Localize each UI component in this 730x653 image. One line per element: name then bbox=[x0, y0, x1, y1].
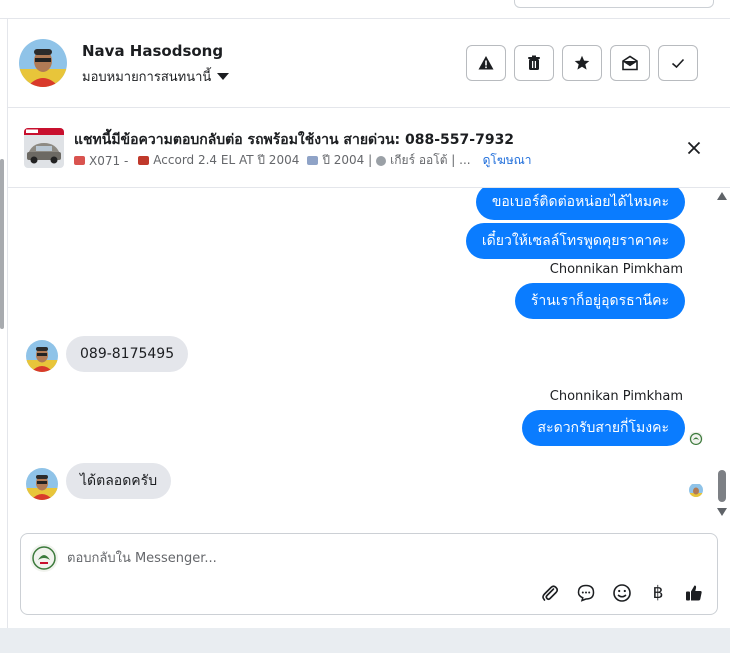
assign-label: มอบหมายการสนทนานี้ bbox=[82, 70, 212, 85]
ad-gear: เกียร์ ออโต้ | ... bbox=[390, 153, 471, 167]
ad-title: แชทนี้มีข้อความตอบกลับต่อ รถพร้อมใช้งาน … bbox=[74, 132, 515, 148]
ad-model: Accord 2.4 EL AT ปี 2004 bbox=[153, 153, 300, 167]
page-avatar bbox=[30, 544, 58, 572]
gear-icon bbox=[376, 155, 387, 166]
list-scrollbar[interactable] bbox=[0, 159, 4, 329]
warning-icon bbox=[478, 56, 494, 70]
ad-thumbnail[interactable] bbox=[24, 128, 64, 168]
mark-unread-button[interactable] bbox=[610, 45, 650, 81]
mark-done-button[interactable] bbox=[658, 45, 698, 81]
seen-indicator-contact bbox=[689, 483, 703, 497]
star-button[interactable] bbox=[562, 45, 602, 81]
emoji-button[interactable] bbox=[611, 582, 633, 604]
header-actions bbox=[466, 45, 698, 81]
reply-composer: ฿ bbox=[20, 533, 718, 615]
scroll-down-arrow-icon[interactable] bbox=[717, 508, 727, 516]
check-icon bbox=[671, 58, 685, 69]
composer-tools: ฿ bbox=[539, 582, 705, 604]
envelope-open-icon bbox=[622, 55, 638, 71]
sender-name: Chonnikan Pimkham bbox=[549, 262, 683, 277]
emoji-icon bbox=[613, 584, 631, 602]
message-incoming[interactable]: ได้ตลอดครับ bbox=[66, 463, 172, 499]
close-icon bbox=[687, 141, 701, 155]
contact-avatar-small[interactable] bbox=[26, 340, 58, 372]
message-thread: ขอเบอร์ติดต่อหน่อยได้ไหมคะ เดี๋ยวให้เซลล… bbox=[8, 188, 714, 520]
message-outgoing[interactable]: ขอเบอร์ติดต่อหน่อยได้ไหมคะ bbox=[475, 188, 685, 220]
conversation-header: Nava Hasodsong มอบหมายการสนทนานี้ bbox=[8, 19, 730, 108]
car-front-icon bbox=[138, 156, 150, 165]
close-ad-bar-button[interactable] bbox=[684, 138, 704, 158]
ad-meta: X071 - Accord 2.4 EL AT ปี 2004 ปี 2004 … bbox=[74, 151, 532, 170]
message-outgoing[interactable]: ร้านเราก็อยู่อุดรธานีคะ bbox=[514, 283, 685, 319]
search-box-edge[interactable] bbox=[514, 0, 714, 8]
payment-button[interactable]: ฿ bbox=[647, 582, 669, 604]
saved-replies-button[interactable] bbox=[575, 582, 597, 604]
scroll-up-arrow-icon[interactable] bbox=[717, 192, 727, 200]
sender-name: Chonnikan Pimkham bbox=[549, 389, 683, 404]
reply-input[interactable] bbox=[67, 546, 667, 570]
attach-button[interactable] bbox=[539, 582, 561, 604]
like-button[interactable] bbox=[683, 582, 705, 604]
thumbs-up-icon bbox=[686, 585, 702, 601]
top-strip bbox=[0, 0, 730, 19]
seen-indicator-avatar bbox=[689, 431, 703, 445]
ad-context-bar: แชทนี้มีข้อความตอบกลับต่อ รถพร้อมใช้งาน … bbox=[8, 108, 730, 188]
bottom-strip bbox=[0, 628, 730, 653]
contact-name[interactable]: Nava Hasodsong bbox=[82, 42, 223, 60]
message-outgoing[interactable]: สะดวกรับสายกี่โมงคะ bbox=[521, 410, 685, 446]
scrollbar-thumb[interactable] bbox=[718, 470, 726, 502]
star-icon bbox=[574, 55, 590, 70]
chat-bubble-icon bbox=[577, 584, 595, 602]
baht-icon: ฿ bbox=[652, 583, 664, 603]
caret-down-icon bbox=[217, 73, 230, 80]
conversation-list-edge bbox=[0, 19, 8, 633]
contact-avatar-small[interactable] bbox=[26, 468, 58, 500]
ad-code: X071 - bbox=[89, 153, 129, 168]
contact-avatar[interactable] bbox=[19, 39, 67, 87]
paperclip-icon bbox=[542, 585, 559, 601]
message-incoming[interactable]: 089-8175495 bbox=[66, 336, 189, 372]
view-ad-link[interactable]: ดูโฆษณา bbox=[483, 151, 532, 170]
thread-scrollbar[interactable] bbox=[714, 188, 730, 520]
ad-year: ปี 2004 | bbox=[322, 153, 373, 167]
mark-spam-button[interactable] bbox=[466, 45, 506, 81]
delete-button[interactable] bbox=[514, 45, 554, 81]
assign-conversation-dropdown[interactable]: มอบหมายการสนทนานี้ bbox=[82, 66, 230, 87]
car-emoji-icon bbox=[74, 156, 85, 165]
trash-icon bbox=[528, 55, 540, 70]
calendar-icon bbox=[307, 156, 319, 165]
message-outgoing[interactable]: เดี๋ยวให้เซลล์โทรพูดคุยราคาคะ bbox=[465, 223, 685, 259]
